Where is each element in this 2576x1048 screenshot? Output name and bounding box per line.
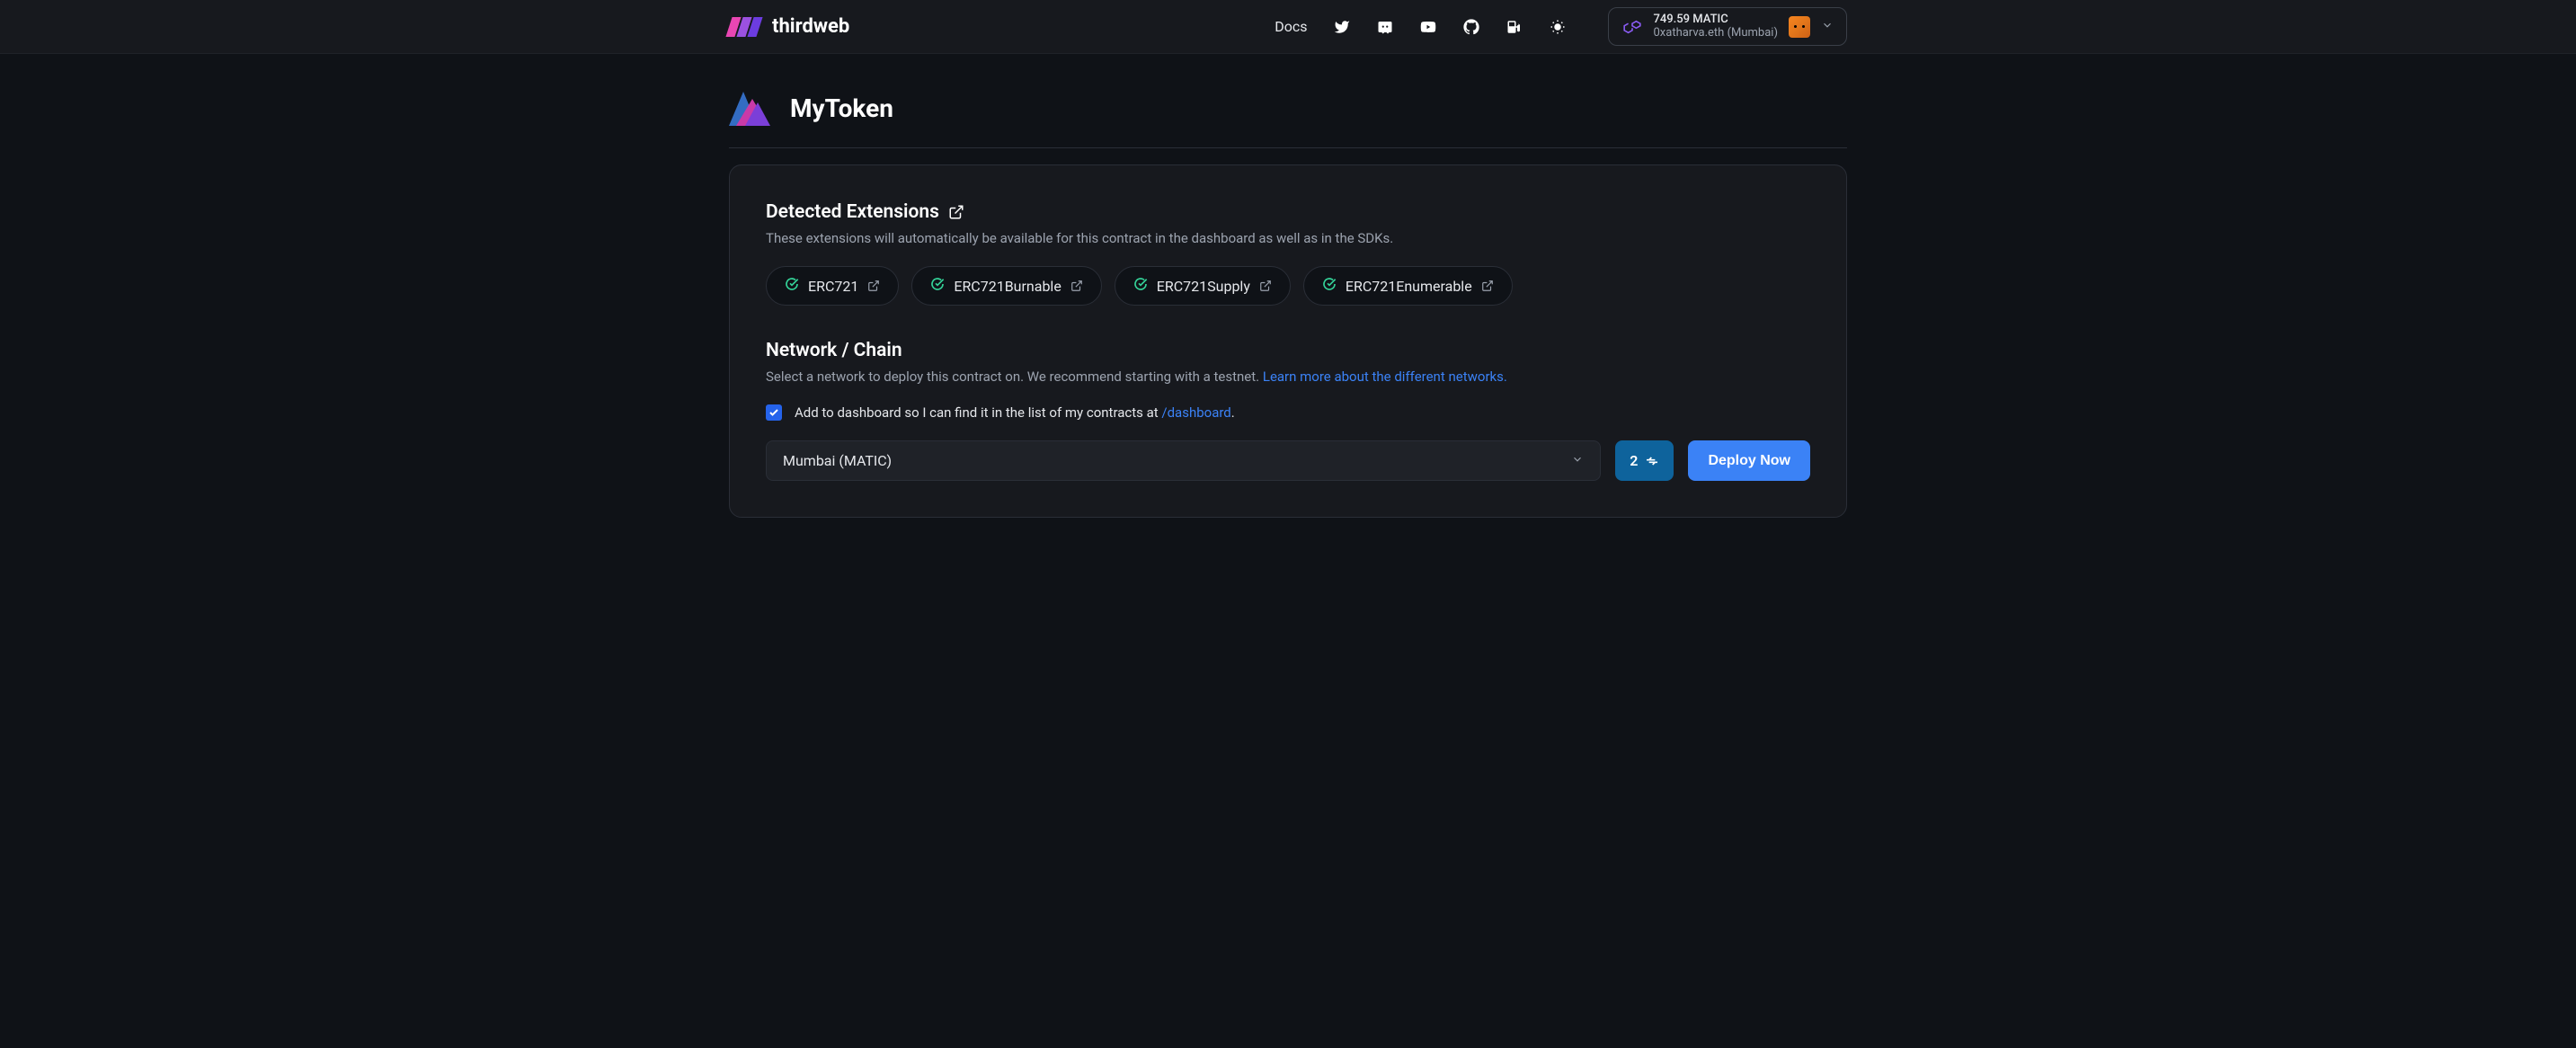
wallet-button[interactable]: 749.59 MATIC 0xatharva.eth (Mumbai) [1608, 7, 1848, 47]
transaction-count-badge: 2 [1615, 440, 1674, 481]
add-to-dashboard-checkbox[interactable] [766, 404, 782, 421]
extensions-heading[interactable]: Detected Extensions [766, 201, 1810, 223]
chevron-down-icon [1821, 18, 1834, 35]
network-subtitle: Select a network to deploy this contract… [766, 369, 1810, 385]
add-to-dashboard-row: Add to dashboard so I can find it in the… [766, 404, 1810, 421]
network-select[interactable]: Mumbai (MATIC) [766, 440, 1601, 481]
metamask-icon [1789, 16, 1810, 38]
extension-chip-erc721enumerable[interactable]: ERC721Enumerable [1303, 266, 1513, 306]
extension-chip-erc721[interactable]: ERC721 [766, 266, 899, 306]
youtube-icon[interactable] [1419, 18, 1437, 36]
network-heading: Network / Chain [766, 340, 1810, 361]
page-title: MyToken [790, 93, 893, 123]
polygon-icon [1621, 18, 1643, 36]
github-icon[interactable] [1462, 18, 1480, 36]
docs-link[interactable]: Docs [1275, 18, 1307, 35]
theme-toggle-icon[interactable] [1549, 18, 1567, 36]
check-icon [1322, 277, 1337, 295]
wallet-address: 0xatharva.eth (Mumbai) [1654, 27, 1779, 40]
logo-icon [729, 17, 759, 37]
external-link-icon [867, 280, 880, 292]
gas-icon[interactable] [1506, 18, 1523, 36]
dashboard-link[interactable]: /dashboard [1161, 404, 1230, 421]
external-link-icon [1481, 280, 1494, 292]
external-link-icon [948, 204, 964, 220]
token-logo-icon [729, 90, 774, 126]
learn-more-link[interactable]: Learn more about the different networks. [1263, 369, 1507, 385]
extensions-subtitle: These extensions will automatically be a… [766, 230, 1810, 246]
discord-icon[interactable] [1376, 18, 1394, 36]
extension-chips: ERC721 ERC721Burnable ERC721Supply ERC72… [766, 266, 1810, 306]
check-icon [1133, 277, 1148, 295]
check-icon [785, 277, 799, 295]
brand-text: thirdweb [772, 15, 849, 38]
deploy-card: Detected Extensions These extensions wil… [729, 164, 1847, 518]
wallet-balance: 749.59 MATIC [1654, 13, 1779, 27]
external-link-icon [1259, 280, 1272, 292]
check-icon [930, 277, 945, 295]
brand-logo[interactable]: thirdweb [729, 15, 849, 38]
external-link-icon [1070, 280, 1083, 292]
extension-chip-erc721supply[interactable]: ERC721Supply [1115, 266, 1291, 306]
chevron-down-icon [1571, 452, 1584, 469]
twitter-icon[interactable] [1333, 18, 1351, 36]
network-selected-value: Mumbai (MATIC) [783, 452, 892, 469]
extension-chip-erc721burnable[interactable]: ERC721Burnable [911, 266, 1101, 306]
deploy-now-button[interactable]: Deploy Now [1688, 440, 1810, 481]
swap-icon [1645, 454, 1659, 468]
